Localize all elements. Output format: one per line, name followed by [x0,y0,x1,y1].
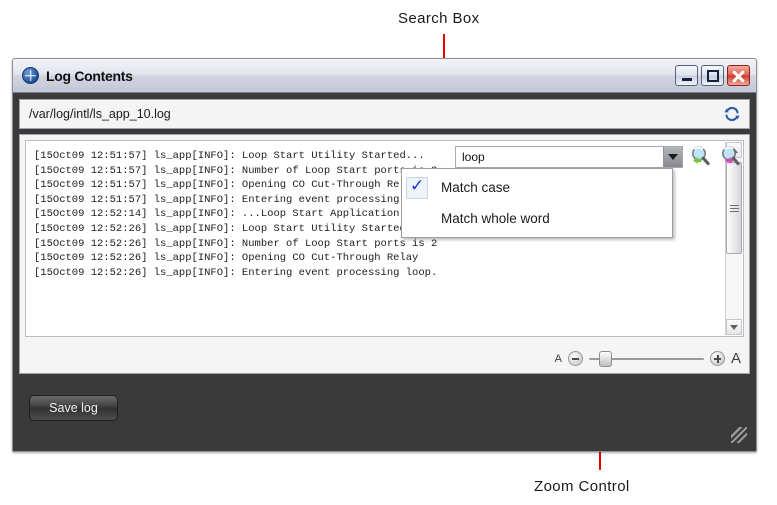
log-scrollbar[interactable] [725,142,742,335]
annotation-zoom-control-label: Zoom Control [534,478,630,495]
search-box [455,144,743,169]
window-controls [675,65,750,86]
checkmark-icon [406,176,428,199]
refresh-icon [724,106,740,122]
zoom-large-a-label: A [730,350,741,367]
checkbox-empty-icon [406,208,428,230]
maximize-button[interactable] [701,65,724,86]
annotation-search-box-label: Search Box [398,10,480,27]
menu-item-match-whole-word[interactable]: Match whole word [402,203,672,234]
chevron-down-icon [730,324,738,330]
zoom-small-a-label: A [554,352,562,365]
screenshot-root: Search Box Zoom Control Log Contents /va… [0,0,777,505]
menu-item-label: Match whole word [441,211,550,226]
zoom-slider-thumb[interactable] [599,350,613,367]
globe-icon [22,67,39,84]
grip-icon [729,203,739,214]
scrollbar-track[interactable] [726,158,742,319]
resize-grip-icon[interactable] [731,427,747,443]
log-path-bar: /var/log/intl/ls_app_10.log [19,99,750,129]
scrollbar-thumb[interactable] [726,162,742,254]
scroll-down-button[interactable] [726,319,742,335]
find-previous-button[interactable] [688,144,713,169]
menu-item-match-case[interactable]: Match case [402,172,672,203]
search-options-menu: Match case Match whole word [401,168,673,238]
find-next-button[interactable] [718,144,743,169]
log-contents-window: Log Contents /var/log/intl/ls_app_10.log [12,58,757,452]
window-title: Log Contents [46,67,133,84]
zoom-control: A A [555,350,741,367]
close-icon [728,66,749,85]
menu-item-label: Match case [441,180,511,195]
search-dropdown-button[interactable] [663,146,682,167]
window-titlebar[interactable]: Log Contents [13,59,756,93]
log-panel: [15Oct09 12:51:57] ls_app[INFO]: Loop St… [19,134,750,374]
find-next-icon [722,146,740,166]
log-path-value: /var/log/intl/ls_app_10.log [29,107,171,121]
refresh-button[interactable] [719,101,745,127]
find-previous-icon [692,146,710,166]
maximize-icon [707,70,719,82]
search-input[interactable] [456,146,656,167]
search-combo[interactable] [455,145,683,168]
window-body: /var/log/intl/ls_app_10.log [15Oct09 12:… [13,93,756,451]
minimize-icon [682,78,692,81]
zoom-out-button[interactable] [567,351,583,366]
zoom-slider[interactable] [588,350,704,367]
close-button[interactable] [727,65,750,86]
minimize-button[interactable] [675,65,698,86]
save-log-button[interactable]: Save log [29,395,118,421]
zoom-in-button[interactable] [709,351,725,366]
window-footer: Save log [19,383,750,445]
